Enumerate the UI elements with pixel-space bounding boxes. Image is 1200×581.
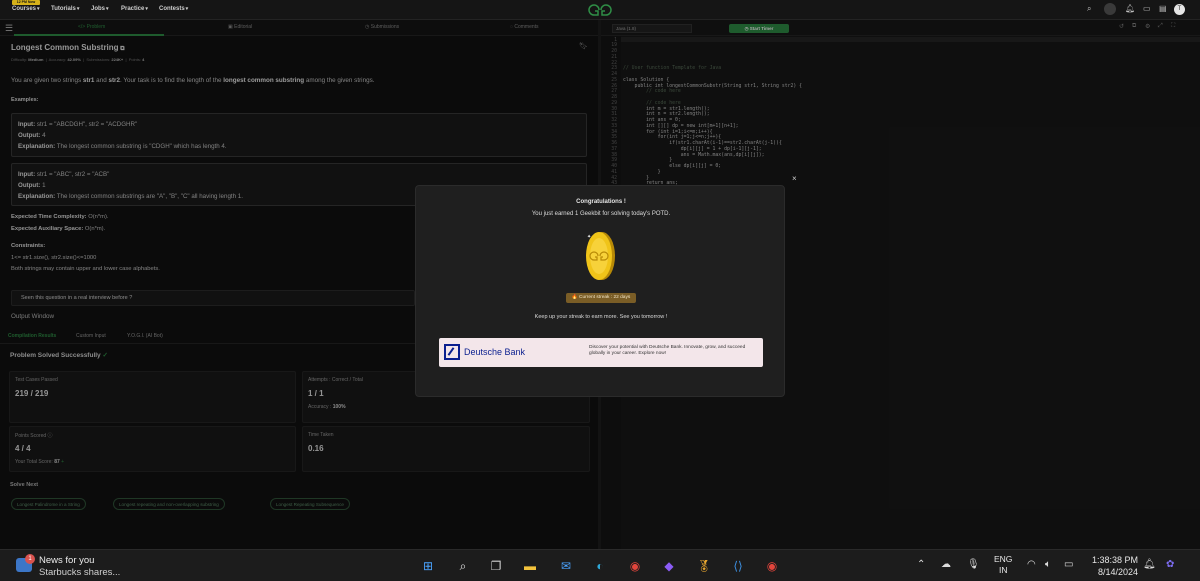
mail-icon[interactable]: ✉ bbox=[556, 556, 576, 576]
screen: 12 PM Now Courses▾ Tutorials▾ Jobs▾ Prac… bbox=[0, 0, 1200, 581]
search-icon[interactable]: ⌕ bbox=[453, 556, 473, 576]
copilot-icon[interactable]: ✿ bbox=[1166, 559, 1174, 570]
deutsche-bank-logo: Deutsche Bank bbox=[444, 342, 525, 362]
chevron-down-icon: ▾ bbox=[185, 6, 189, 12]
language-indicator[interactable]: ENG IN bbox=[994, 554, 1012, 576]
chrome-profile-icon[interactable]: ◉ bbox=[762, 556, 782, 576]
news-subtitle[interactable]: Starbucks shares... bbox=[39, 567, 120, 578]
nav-contests[interactable]: Contests▾ bbox=[159, 6, 188, 12]
vscode-icon[interactable]: ⟨⟩ bbox=[728, 556, 748, 576]
nav-tutorials[interactable]: Tutorials▾ bbox=[51, 6, 79, 12]
start-icon[interactable]: ⊞ bbox=[418, 556, 438, 576]
nav-courses[interactable]: Courses▾ bbox=[12, 6, 40, 12]
gfg-logo-icon bbox=[588, 4, 612, 16]
nav-practice[interactable]: Practice▾ bbox=[121, 6, 148, 12]
notification-badge: 1 bbox=[25, 554, 35, 564]
nav-jobs[interactable]: Jobs▾ bbox=[91, 6, 109, 12]
bell-icon[interactable]: 🔔︎ bbox=[1125, 4, 1135, 13]
deutsche-bank-logo-icon bbox=[444, 344, 460, 360]
chevron-up-icon[interactable]: ⌃ bbox=[917, 559, 925, 570]
clock[interactable]: 1:38:38 PM 8/14/2024 bbox=[1083, 554, 1138, 578]
volume-icon[interactable]: 🔈︎ bbox=[1045, 559, 1051, 570]
windows-taskbar: 1 News for you Starbucks shares... ⊞ ⌕ ❐… bbox=[0, 549, 1200, 581]
bookmark-icon[interactable]: ▭ bbox=[1143, 4, 1151, 13]
chrome-icon[interactable]: ◉ bbox=[625, 556, 645, 576]
search-icon[interactable]: ⌕ bbox=[1087, 4, 1091, 14]
chevron-down-icon: ▾ bbox=[106, 6, 109, 12]
svg-text:✦: ✦ bbox=[587, 234, 591, 240]
wifi-icon[interactable]: ◠ bbox=[1027, 559, 1036, 570]
streak-badge: 🔥 Current streak : 22 days bbox=[566, 293, 636, 303]
modal-earned-text: You just earned 1 Geekbit for solving to… bbox=[531, 211, 671, 217]
modal-title: Congratulations ! bbox=[576, 199, 626, 205]
microphone-icon[interactable]: 🎙︎ bbox=[967, 559, 980, 570]
chevron-down-icon: ▾ bbox=[37, 6, 40, 12]
new-badge: 12 PM Now bbox=[12, 0, 40, 5]
geekbit-coin-icon: ✦ bbox=[586, 232, 615, 280]
chevron-down-icon: ▾ bbox=[145, 6, 148, 12]
deutsche-bank-ad[interactable]: Deutsche Bank Discover your potential wi… bbox=[439, 338, 763, 367]
gfg-logo[interactable] bbox=[588, 3, 612, 21]
news-title[interactable]: News for you bbox=[39, 555, 94, 566]
ad-brand-name: Deutsche Bank bbox=[464, 347, 526, 357]
medal-icon[interactable]: 🏅︎ bbox=[694, 556, 714, 576]
task-view-icon[interactable]: ❐ bbox=[486, 556, 506, 576]
notes-icon[interactable]: ▤ bbox=[1159, 4, 1167, 13]
ad-text: Discover your potential with Deutsche Ba… bbox=[589, 345, 746, 356]
chevron-down-icon: ▾ bbox=[76, 6, 80, 12]
theme-toggle-icon[interactable] bbox=[1104, 3, 1116, 15]
top-navbar: 12 PM Now Courses▾ Tutorials▾ Jobs▾ Prac… bbox=[0, 0, 1200, 20]
potd-congrats-modal: × Congratulations ! You just earned 1 Ge… bbox=[415, 174, 797, 397]
file-explorer-icon[interactable]: ▬ bbox=[520, 556, 540, 576]
battery-icon[interactable]: ▭ bbox=[1064, 559, 1073, 570]
keep-up-text: Keep up your streak to earn more. See yo… bbox=[534, 314, 668, 320]
cloud-icon[interactable]: ☁ bbox=[941, 559, 951, 570]
edge-icon[interactable]: ◐ bbox=[590, 556, 610, 576]
app-icon[interactable]: ◆ bbox=[659, 556, 679, 576]
notifications-bell-icon[interactable]: 🔔︎ bbox=[1143, 559, 1156, 570]
avatar[interactable]: T bbox=[1174, 4, 1185, 15]
close-icon[interactable]: × bbox=[792, 174, 797, 183]
